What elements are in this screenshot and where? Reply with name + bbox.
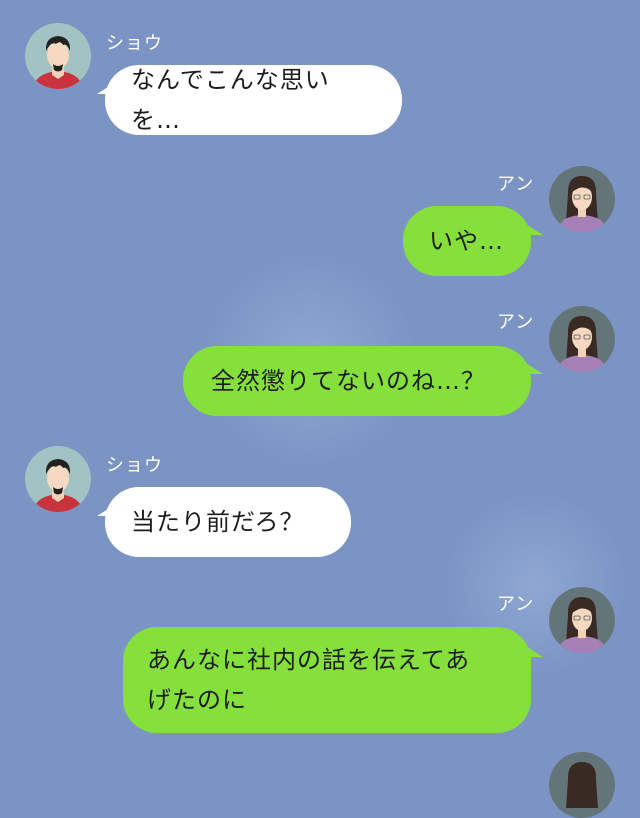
message-text: 全然懲りてないのね…？ xyxy=(211,367,486,395)
message-text: いや… xyxy=(429,227,504,255)
woman-avatar-icon[interactable] xyxy=(549,587,615,653)
message-bubble[interactable]: いや… xyxy=(403,206,531,276)
message-bubble[interactable]: なんでこんな思いを… xyxy=(105,65,402,135)
message-bubble[interactable]: 当たり前だろ？ xyxy=(105,487,351,557)
sender-name: アン xyxy=(497,594,535,615)
message-text: 当たり前だろ？ xyxy=(131,508,305,536)
message-text: なんでこんな思いを… xyxy=(131,66,330,134)
message-bubble[interactable]: あんなに社内の話を伝えてあ げたのに xyxy=(123,627,531,733)
message-text: あんなに社内の話を伝えてあ げたのに xyxy=(147,646,471,714)
woman-avatar-icon[interactable] xyxy=(549,752,615,818)
sender-name: ショウ xyxy=(106,33,163,54)
woman-avatar-icon[interactable] xyxy=(549,166,615,232)
message-bubble[interactable]: 全然懲りてないのね…？ xyxy=(183,346,531,416)
man-avatar-icon[interactable] xyxy=(25,446,91,512)
sender-name: アン xyxy=(497,312,535,333)
sender-name: アン xyxy=(497,174,535,195)
man-avatar-icon[interactable] xyxy=(25,23,91,89)
woman-avatar-icon[interactable] xyxy=(549,306,615,372)
sender-name: ショウ xyxy=(106,455,163,476)
